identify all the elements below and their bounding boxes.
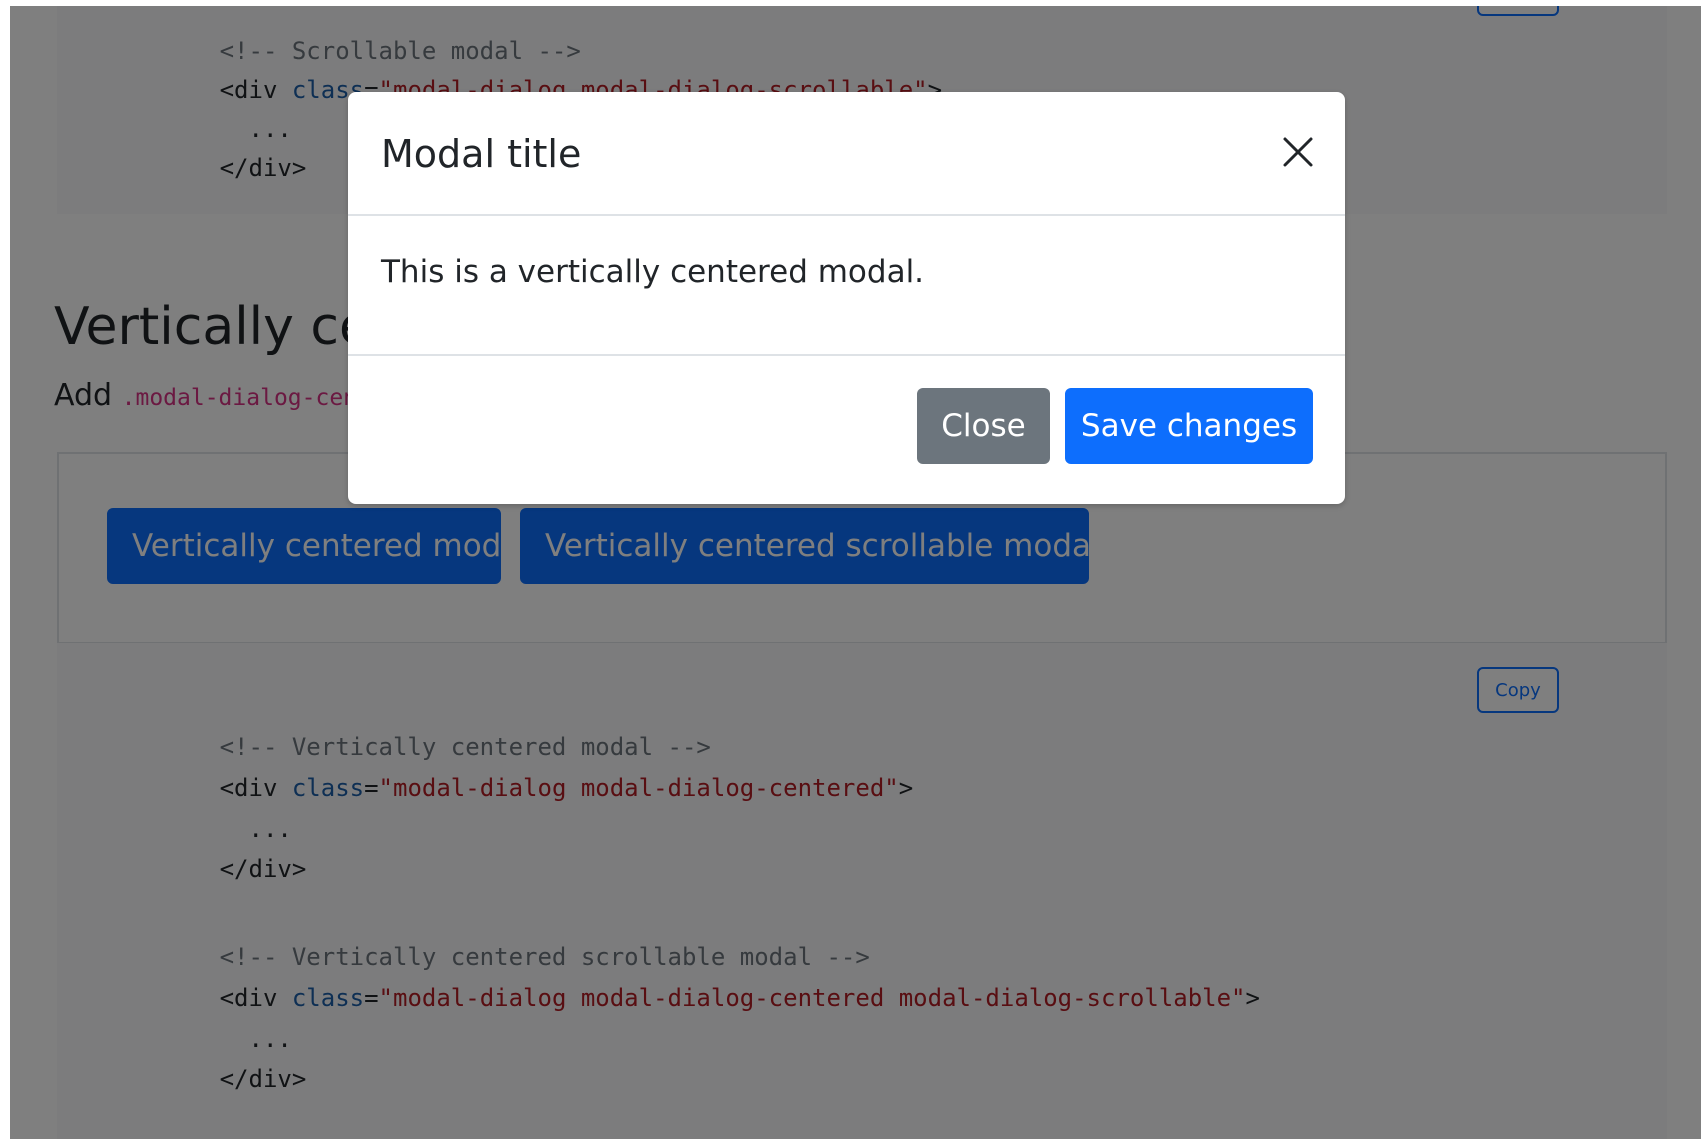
window-edge-top <box>0 0 1701 6</box>
modal-dialog: Modal title This is a vertically centere… <box>348 92 1345 504</box>
screen: Copy <!-- Scrollable modal --> <div clas… <box>0 0 1701 1139</box>
close-icon-glyph <box>1283 137 1313 167</box>
modal-body-text: This is a vertically centered modal. <box>381 254 925 290</box>
modal-footer: Close Save changes <box>348 356 1345 504</box>
save-changes-button[interactable]: Save changes <box>1065 388 1313 464</box>
window-edge-left <box>0 0 10 1139</box>
modal-body: This is a vertically centered modal. <box>348 216 1345 356</box>
close-button[interactable]: Close <box>917 388 1050 464</box>
close-icon[interactable] <box>1276 130 1320 174</box>
modal-title: Modal title <box>381 132 582 176</box>
modal-header: Modal title <box>348 92 1345 216</box>
